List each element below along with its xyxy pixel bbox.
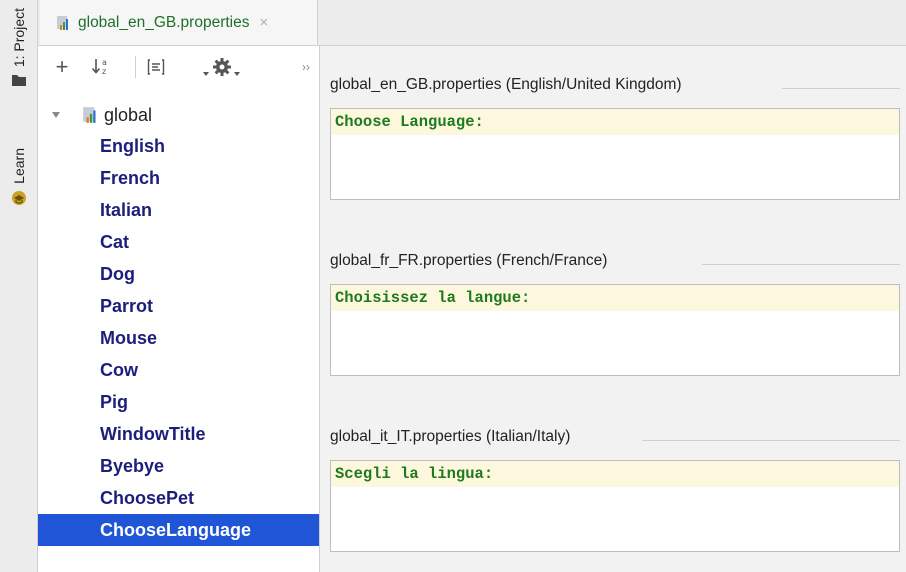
section-divider: [702, 264, 900, 265]
tree-item-french[interactable]: French: [38, 162, 319, 194]
resource-bundle-icon: [57, 15, 68, 30]
tree-item-mouse[interactable]: Mouse: [38, 322, 319, 354]
tree-item-english[interactable]: English: [38, 130, 319, 162]
folder-icon: [12, 75, 26, 87]
more-options-button[interactable]: ››: [298, 52, 314, 82]
svg-text:z: z: [102, 67, 106, 76]
section-divider: [642, 440, 900, 441]
tree-item-italian[interactable]: Italian: [38, 194, 319, 226]
project-tool-tab[interactable]: 1: Project: [0, 8, 38, 87]
group-by-prefix-button[interactable]: [143, 52, 169, 82]
resource-bundle-icon: [83, 107, 96, 123]
sort-alpha-icon: a z: [91, 58, 107, 76]
double-chevron-icon: ››: [302, 60, 310, 74]
chevron-down-icon: [202, 72, 209, 76]
tab-label: global_en_GB.properties: [78, 13, 250, 31]
learn-tool-tab[interactable]: Learn: [0, 148, 38, 206]
section-title: global_it_IT.properties (Italian/Italy): [330, 428, 571, 445]
triangle-down-icon[interactable]: [50, 109, 62, 121]
tree-item-cat[interactable]: Cat: [38, 226, 319, 258]
property-value-text: Choisissez la langue:: [331, 285, 899, 311]
project-tab-label: 1: Project: [11, 8, 27, 68]
property-value-text: Scegli la lingua:: [331, 461, 899, 487]
section-divider: [782, 88, 900, 89]
tree-item-windowtitle[interactable]: WindowTitle: [38, 418, 319, 450]
tree-item-dog[interactable]: Dog: [38, 258, 319, 290]
structure-toolbar: + a z ››: [38, 46, 319, 88]
tab-global-en-gb[interactable]: global_en_GB.properties ×: [40, 0, 318, 45]
tree-root-label: global: [104, 104, 153, 125]
group-icon: [147, 59, 165, 75]
learn-tab-label: Learn: [11, 148, 27, 184]
tool-window-strip: 1: Project Learn: [0, 0, 38, 572]
tree-item-cow[interactable]: Cow: [38, 354, 319, 386]
tree-root-global[interactable]: global: [38, 100, 319, 130]
section-title: global_en_GB.properties (English/United …: [330, 76, 682, 93]
graduation-icon: [12, 190, 26, 205]
chevron-down-icon: [233, 72, 240, 76]
close-icon[interactable]: ×: [259, 14, 268, 31]
tree-item-byebye[interactable]: Byebye: [38, 450, 319, 482]
property-value-field[interactable]: Scegli la lingua:: [330, 460, 900, 552]
sort-alphabetically-button[interactable]: a z: [88, 52, 116, 82]
structure-panel: + a z ›› global English French Italian C…: [38, 46, 320, 572]
tree-item-pig[interactable]: Pig: [38, 386, 319, 418]
svg-text:a: a: [102, 58, 107, 67]
gear-icon: [212, 58, 231, 76]
settings-button[interactable]: [198, 52, 244, 82]
resource-bundle-editor: global_en_GB.properties (English/United …: [320, 46, 906, 572]
property-value-text: Choose Language:: [331, 109, 899, 135]
tree-item-parrot[interactable]: Parrot: [38, 290, 319, 322]
plus-icon: +: [55, 54, 69, 79]
tree-item-chooselanguage[interactable]: ChooseLanguage: [38, 514, 319, 546]
property-value-field[interactable]: Choisissez la langue:: [330, 284, 900, 376]
section-title: global_fr_FR.properties (French/France): [330, 252, 608, 269]
toolbar-separator: [135, 56, 136, 78]
add-property-button[interactable]: +: [52, 52, 72, 82]
tree-item-choosepet[interactable]: ChoosePet: [38, 482, 319, 514]
editor-tab-bar: global_en_GB.properties ×: [38, 0, 906, 46]
property-value-field[interactable]: Choose Language:: [330, 108, 900, 200]
